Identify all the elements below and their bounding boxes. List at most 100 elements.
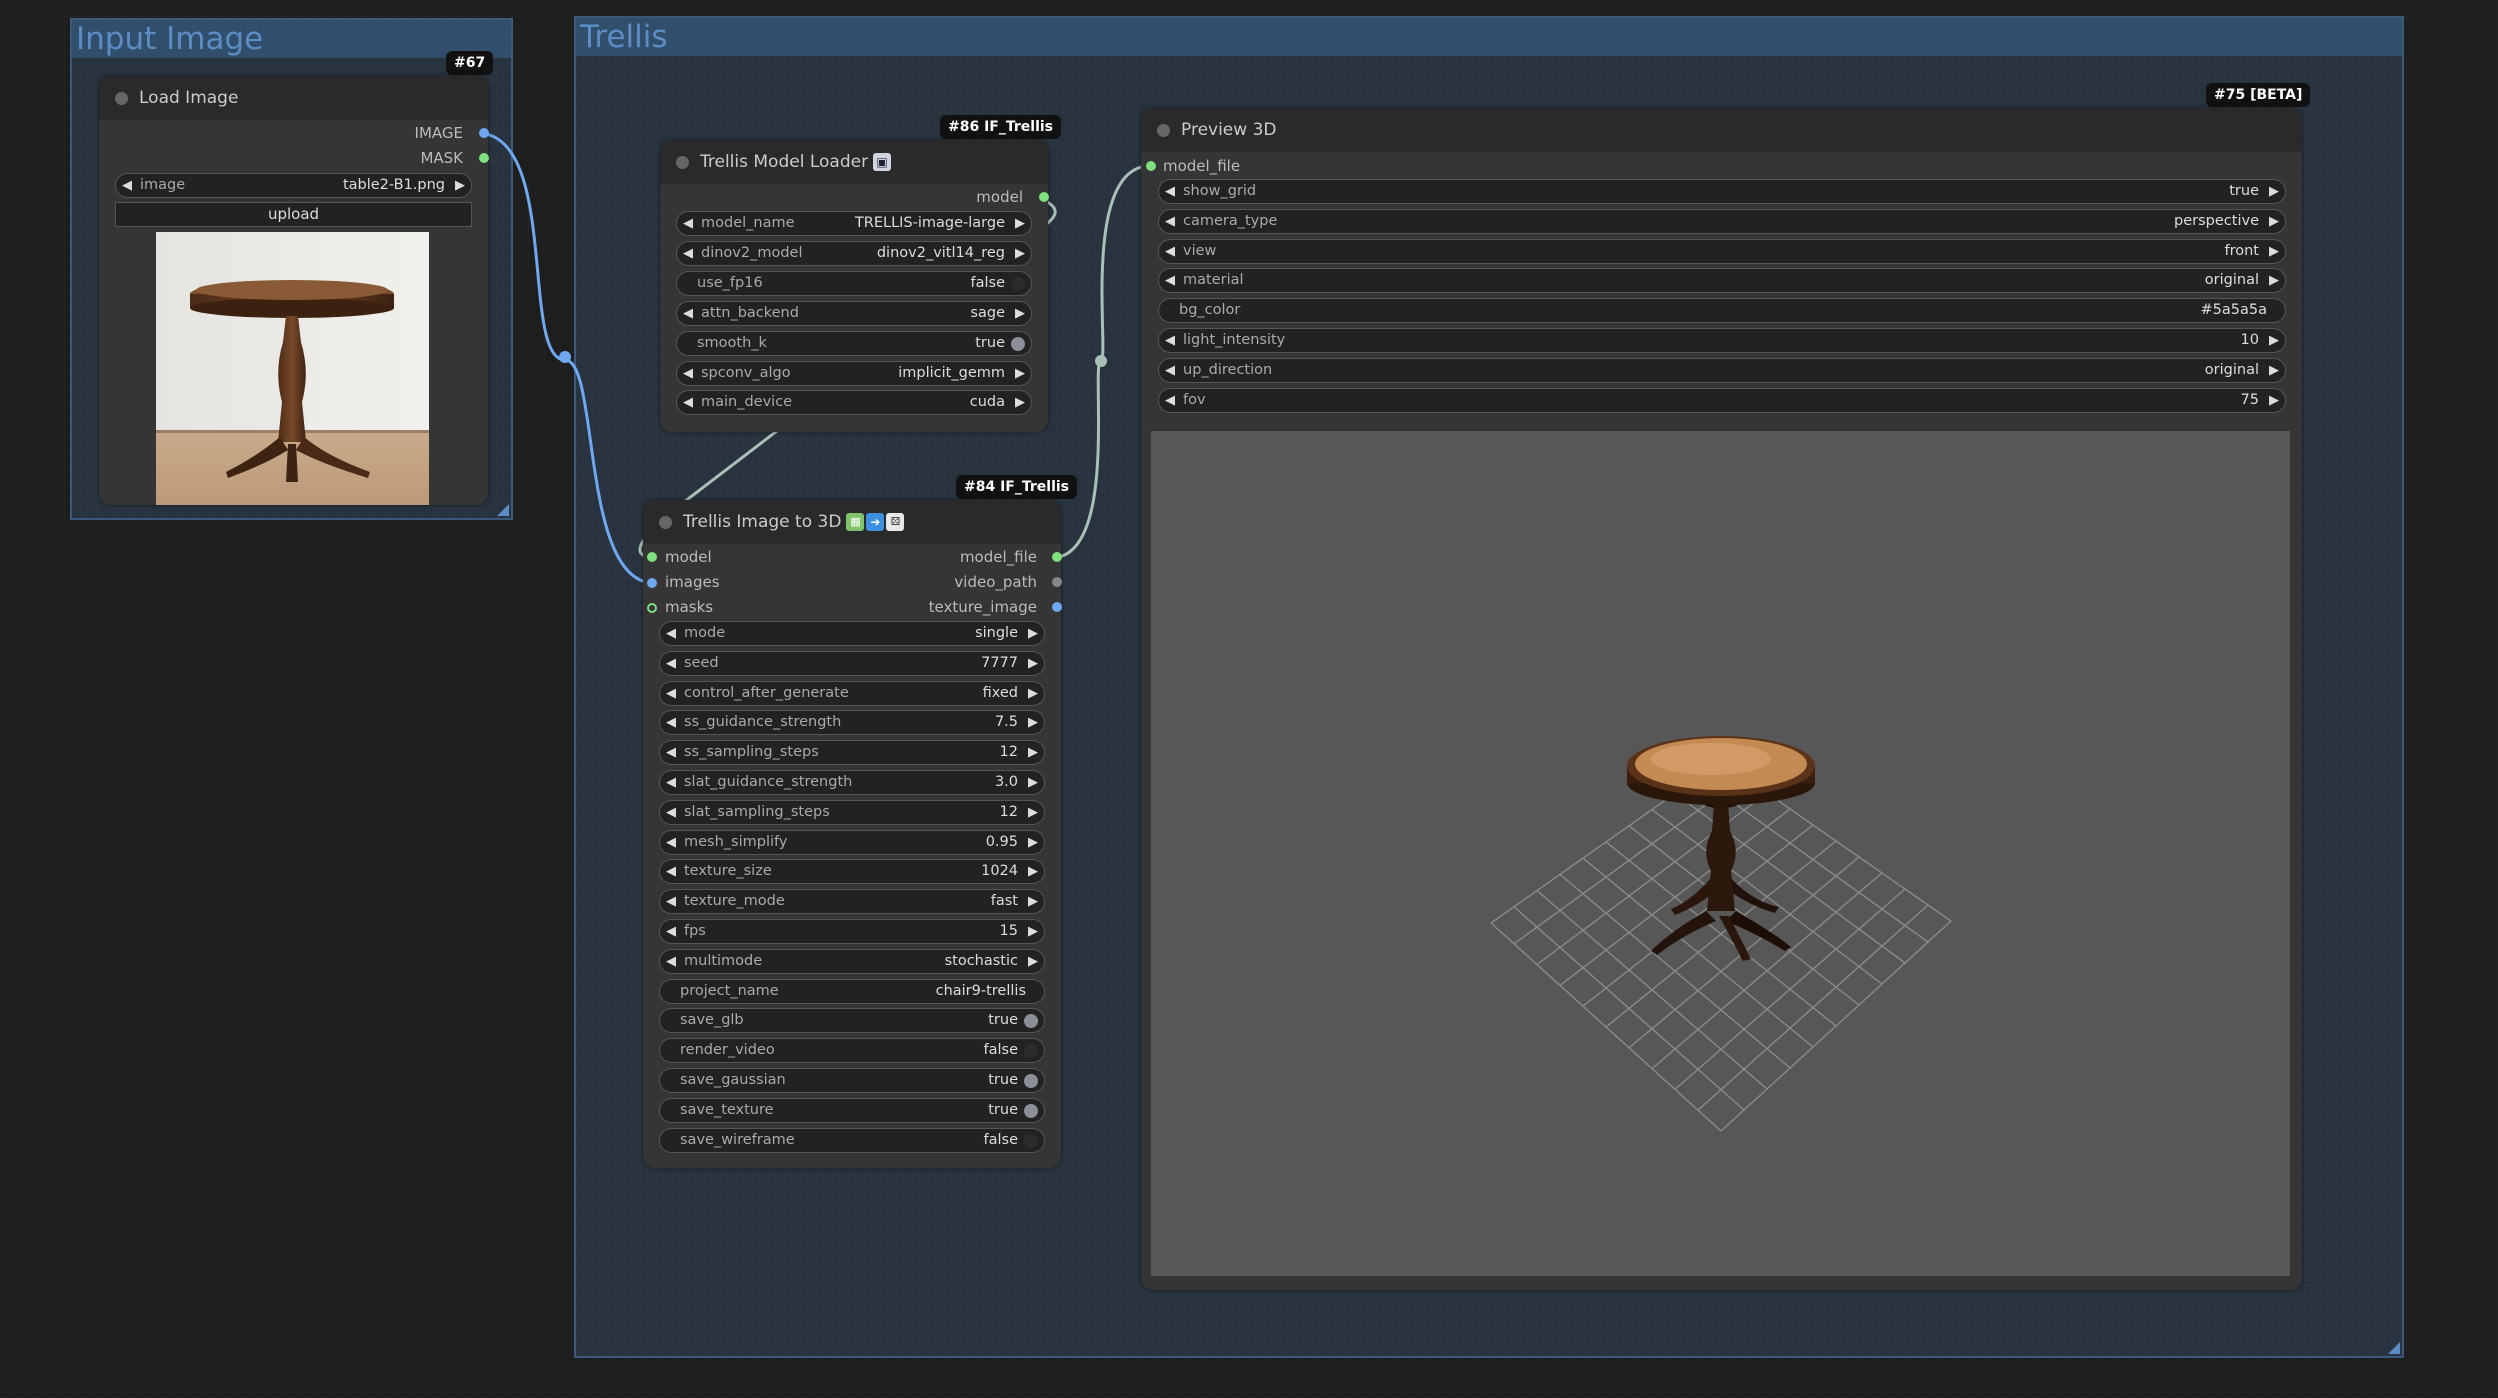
collapse-dot[interactable] bbox=[1157, 124, 1170, 137]
collapse-dot[interactable] bbox=[676, 156, 689, 169]
output-slot-image[interactable]: IMAGE bbox=[415, 123, 463, 143]
increment-arrow-icon[interactable]: ▶ bbox=[1015, 362, 1025, 385]
decrement-arrow-icon[interactable]: ◀ bbox=[666, 711, 676, 734]
image-select-widget[interactable]: ◀ image table2-B1.png ▶ bbox=[115, 173, 472, 198]
increment-arrow-icon[interactable]: ▶ bbox=[1028, 801, 1038, 824]
load-image-node[interactable]: Load Image IMAGE MASK ◀ image table2-B1.… bbox=[99, 76, 489, 505]
up-direction-widget[interactable]: ◀ up_direction original ▶ bbox=[1158, 357, 2286, 383]
use-fp16-widget[interactable]: use_fp16 false bbox=[676, 270, 1032, 296]
increment-arrow-icon[interactable]: ▶ bbox=[1028, 771, 1038, 794]
increment-arrow-icon[interactable]: ▶ bbox=[1015, 391, 1025, 414]
output-slot-model-file[interactable]: model_file bbox=[960, 547, 1037, 567]
trellis-image-to-3d-node[interactable]: Trellis Image to 3D ▦ ➜ ⚄ model images mask… bbox=[643, 500, 1062, 1168]
increment-arrow-icon[interactable]: ▶ bbox=[1015, 212, 1025, 235]
decrement-arrow-icon[interactable]: ◀ bbox=[666, 622, 676, 645]
output-slot-model[interactable]: model bbox=[976, 187, 1023, 207]
texture-size-widget[interactable]: ◀ texture_size 1024 ▶ bbox=[659, 859, 1045, 885]
decrement-arrow-icon[interactable]: ◀ bbox=[683, 302, 693, 325]
toggle-indicator[interactable] bbox=[1011, 336, 1025, 351]
decrement-arrow-icon[interactable]: ◀ bbox=[666, 831, 676, 854]
node-header[interactable]: Trellis Model Loader ▣ bbox=[660, 140, 1048, 184]
increment-arrow-icon[interactable]: ▶ bbox=[2269, 180, 2279, 203]
spconv-algo-widget[interactable]: ◀ spconv_algo implicit_gemm ▶ bbox=[676, 360, 1032, 386]
increment-arrow-icon[interactable]: ▶ bbox=[2269, 240, 2279, 263]
decrement-arrow-icon[interactable]: ◀ bbox=[683, 242, 693, 265]
decrement-arrow-icon[interactable]: ◀ bbox=[1165, 329, 1175, 352]
mesh-simplify-widget[interactable]: ◀ mesh_simplify 0.95 ▶ bbox=[659, 829, 1045, 855]
output-dot-video-path[interactable] bbox=[1052, 577, 1062, 587]
increment-arrow-icon[interactable]: ▶ bbox=[1028, 920, 1038, 943]
collapse-dot[interactable] bbox=[115, 92, 128, 105]
group-resize-handle[interactable] bbox=[2388, 1342, 2400, 1354]
increment-arrow-icon[interactable]: ▶ bbox=[2269, 359, 2279, 382]
save-gaussian-widget[interactable]: save_gaussian true bbox=[659, 1068, 1045, 1093]
input-slot-images[interactable]: images bbox=[665, 572, 720, 592]
decrement-arrow-icon[interactable]: ◀ bbox=[1165, 210, 1175, 233]
decrement-arrow-icon[interactable]: ◀ bbox=[683, 362, 693, 385]
render-video-widget[interactable]: render_video false bbox=[659, 1038, 1045, 1064]
show-grid-widget[interactable]: ◀ show_grid true ▶ bbox=[1158, 179, 2286, 204]
input-slot-masks[interactable]: masks bbox=[665, 597, 713, 617]
node-header[interactable]: Trellis Image to 3D ▦ ➜ ⚄ bbox=[643, 500, 1061, 544]
decrement-arrow-icon[interactable]: ◀ bbox=[1165, 269, 1175, 292]
output-dot-model[interactable] bbox=[1039, 192, 1049, 202]
ss-guidance-strength-widget[interactable]: ◀ ss_guidance_strength 7.5 ▶ bbox=[659, 710, 1045, 736]
seed-widget[interactable]: ◀ seed 7777 ▶ bbox=[659, 650, 1045, 676]
ss-sampling-steps-widget[interactable]: ◀ ss_sampling_steps 12 ▶ bbox=[659, 740, 1045, 766]
output-slot-texture-image[interactable]: texture_image bbox=[929, 597, 1037, 617]
save-wireframe-widget[interactable]: save_wireframe false bbox=[659, 1127, 1045, 1153]
increment-arrow-icon[interactable]: ▶ bbox=[455, 174, 465, 197]
dinov2-model-widget[interactable]: ◀ dinov2_model dinov2_vitl14_reg ▶ bbox=[676, 240, 1032, 266]
main-device-widget[interactable]: ◀ main_device cuda ▶ bbox=[676, 390, 1032, 416]
increment-arrow-icon[interactable]: ▶ bbox=[1028, 682, 1038, 705]
decrement-arrow-icon[interactable]: ◀ bbox=[666, 801, 676, 824]
input-slot-model-file[interactable]: model_file bbox=[1163, 156, 1240, 176]
multimode-widget[interactable]: ◀ multimode stochastic ▶ bbox=[659, 948, 1045, 974]
decrement-arrow-icon[interactable]: ◀ bbox=[666, 950, 676, 973]
preview-3d-node[interactable]: Preview 3D model_file ◀ show_grid true ▶ ◀ ca… bbox=[1141, 108, 2302, 1290]
decrement-arrow-icon[interactable]: ◀ bbox=[1165, 389, 1175, 412]
increment-arrow-icon[interactable]: ▶ bbox=[1028, 860, 1038, 883]
decrement-arrow-icon[interactable]: ◀ bbox=[666, 652, 676, 675]
smooth-k-widget[interactable]: smooth_k true bbox=[676, 330, 1032, 356]
toggle-indicator[interactable] bbox=[1024, 1103, 1038, 1118]
output-slot-mask[interactable]: MASK bbox=[420, 148, 463, 168]
fps-widget[interactable]: ◀ fps 15 ▶ bbox=[659, 919, 1045, 944]
increment-arrow-icon[interactable]: ▶ bbox=[2269, 329, 2279, 352]
save-glb-widget[interactable]: save_glb true bbox=[659, 1008, 1045, 1034]
group-title[interactable]: Input Image bbox=[72, 20, 511, 58]
output-dot-image[interactable] bbox=[479, 128, 489, 138]
toggle-indicator[interactable] bbox=[1011, 276, 1025, 291]
increment-arrow-icon[interactable]: ▶ bbox=[2269, 389, 2279, 412]
input-dot-model-file[interactable] bbox=[1146, 161, 1156, 171]
toggle-indicator[interactable] bbox=[1024, 1074, 1038, 1088]
decrement-arrow-icon[interactable]: ◀ bbox=[1165, 240, 1175, 263]
upload-button[interactable]: upload bbox=[115, 202, 472, 227]
decrement-arrow-icon[interactable]: ◀ bbox=[666, 771, 676, 794]
slat-sampling-steps-widget[interactable]: ◀ slat_sampling_steps 12 ▶ bbox=[659, 799, 1045, 825]
input-dot-images[interactable] bbox=[647, 578, 657, 588]
model-name-widget[interactable]: ◀ model_name TRELLIS-image-large ▶ bbox=[676, 211, 1032, 236]
link-midpoint[interactable] bbox=[559, 351, 571, 363]
trellis-model-loader-node[interactable]: Trellis Model Loader ▣ model ◀ model_name T… bbox=[660, 140, 1049, 432]
texture-mode-widget[interactable]: ◀ texture_mode fast ▶ bbox=[659, 889, 1045, 915]
fov-widget[interactable]: ◀ fov 75 ▶ bbox=[1158, 387, 2286, 413]
attn-backend-widget[interactable]: ◀ attn_backend sage ▶ bbox=[676, 300, 1032, 326]
increment-arrow-icon[interactable]: ▶ bbox=[1028, 622, 1038, 645]
decrement-arrow-icon[interactable]: ◀ bbox=[666, 682, 676, 705]
increment-arrow-icon[interactable]: ▶ bbox=[1015, 242, 1025, 265]
mode-widget[interactable]: ◀ mode single ▶ bbox=[659, 621, 1045, 646]
increment-arrow-icon[interactable]: ▶ bbox=[1028, 741, 1038, 764]
output-dot-texture-image[interactable] bbox=[1052, 602, 1062, 612]
toggle-indicator[interactable] bbox=[1024, 1133, 1038, 1148]
save-texture-widget[interactable]: save_texture true bbox=[659, 1097, 1045, 1123]
output-dot-mask[interactable] bbox=[479, 153, 489, 163]
decrement-arrow-icon[interactable]: ◀ bbox=[666, 741, 676, 764]
3d-viewport[interactable] bbox=[1151, 431, 2290, 1276]
decrement-arrow-icon[interactable]: ◀ bbox=[683, 212, 693, 235]
decrement-arrow-icon[interactable]: ◀ bbox=[666, 890, 676, 913]
increment-arrow-icon[interactable]: ▶ bbox=[1028, 950, 1038, 973]
collapse-dot[interactable] bbox=[659, 516, 672, 529]
control-after-generate-widget[interactable]: ◀ control_after_generate fixed ▶ bbox=[659, 680, 1045, 706]
node-header[interactable]: Preview 3D bbox=[1141, 108, 2302, 152]
